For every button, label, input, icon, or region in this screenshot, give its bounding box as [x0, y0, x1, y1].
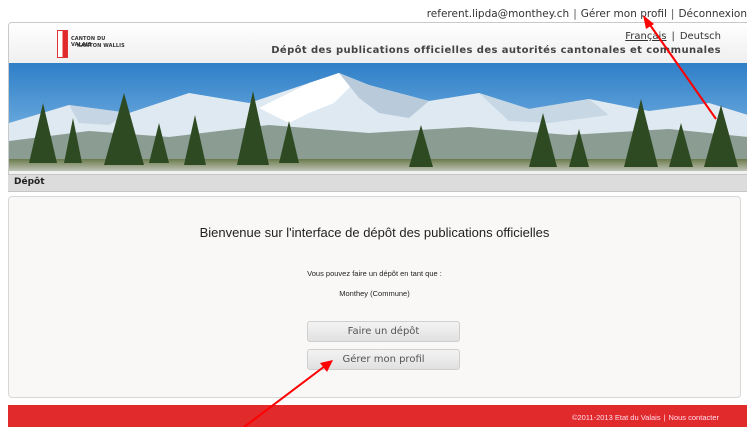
manage-profile-button[interactable]: Gérer mon profil	[307, 349, 460, 370]
breadcrumb: Dépôt	[8, 174, 747, 192]
welcome-heading: Bienvenue sur l'interface de dépôt des p…	[199, 225, 550, 240]
manage-profile-link[interactable]: Gérer mon profil	[581, 8, 667, 20]
separator: |	[663, 413, 666, 422]
lang-german-link[interactable]: Deutsch	[680, 31, 721, 42]
lang-french-link[interactable]: Français	[625, 31, 666, 42]
canton-logo[interactable]: CANTON DU VALAIS KANTON WALLIS	[57, 30, 127, 58]
make-deposit-button[interactable]: Faire un dépôt	[307, 321, 460, 342]
separator: |	[671, 31, 675, 42]
valais-flag-icon	[57, 30, 68, 58]
logout-link[interactable]: Déconnexion	[678, 8, 747, 20]
separator: |	[670, 8, 675, 20]
copyright-text: ©2011-2013 Etat du Valais	[571, 413, 661, 422]
user-email: referent.lipda@monthey.ch	[426, 8, 570, 20]
entity-name: Monthey (Commune)	[339, 289, 410, 298]
site-title: Dépôt des publications officielles des a…	[271, 45, 721, 56]
site-header: CANTON DU VALAIS KANTON WALLIS Français |…	[8, 22, 747, 182]
logo-line-de: KANTON WALLIS	[77, 43, 125, 49]
language-switcher: Français | Deutsch	[625, 31, 721, 42]
contact-link[interactable]: Nous contacter	[669, 413, 719, 422]
main-panel: Bienvenue sur l'interface de dépôt des p…	[8, 196, 741, 398]
separator: |	[573, 8, 577, 20]
footer-text: ©2011-2013 Etat du Valais | Nous contacter	[572, 413, 719, 422]
site-footer: ©2011-2013 Etat du Valais | Nous contacter	[8, 405, 747, 427]
breadcrumb-current: Dépôt	[14, 177, 45, 187]
deposit-as-text: Vous pouvez faire un dépôt en tant que :	[307, 269, 442, 278]
mountain-banner-image	[9, 63, 747, 171]
